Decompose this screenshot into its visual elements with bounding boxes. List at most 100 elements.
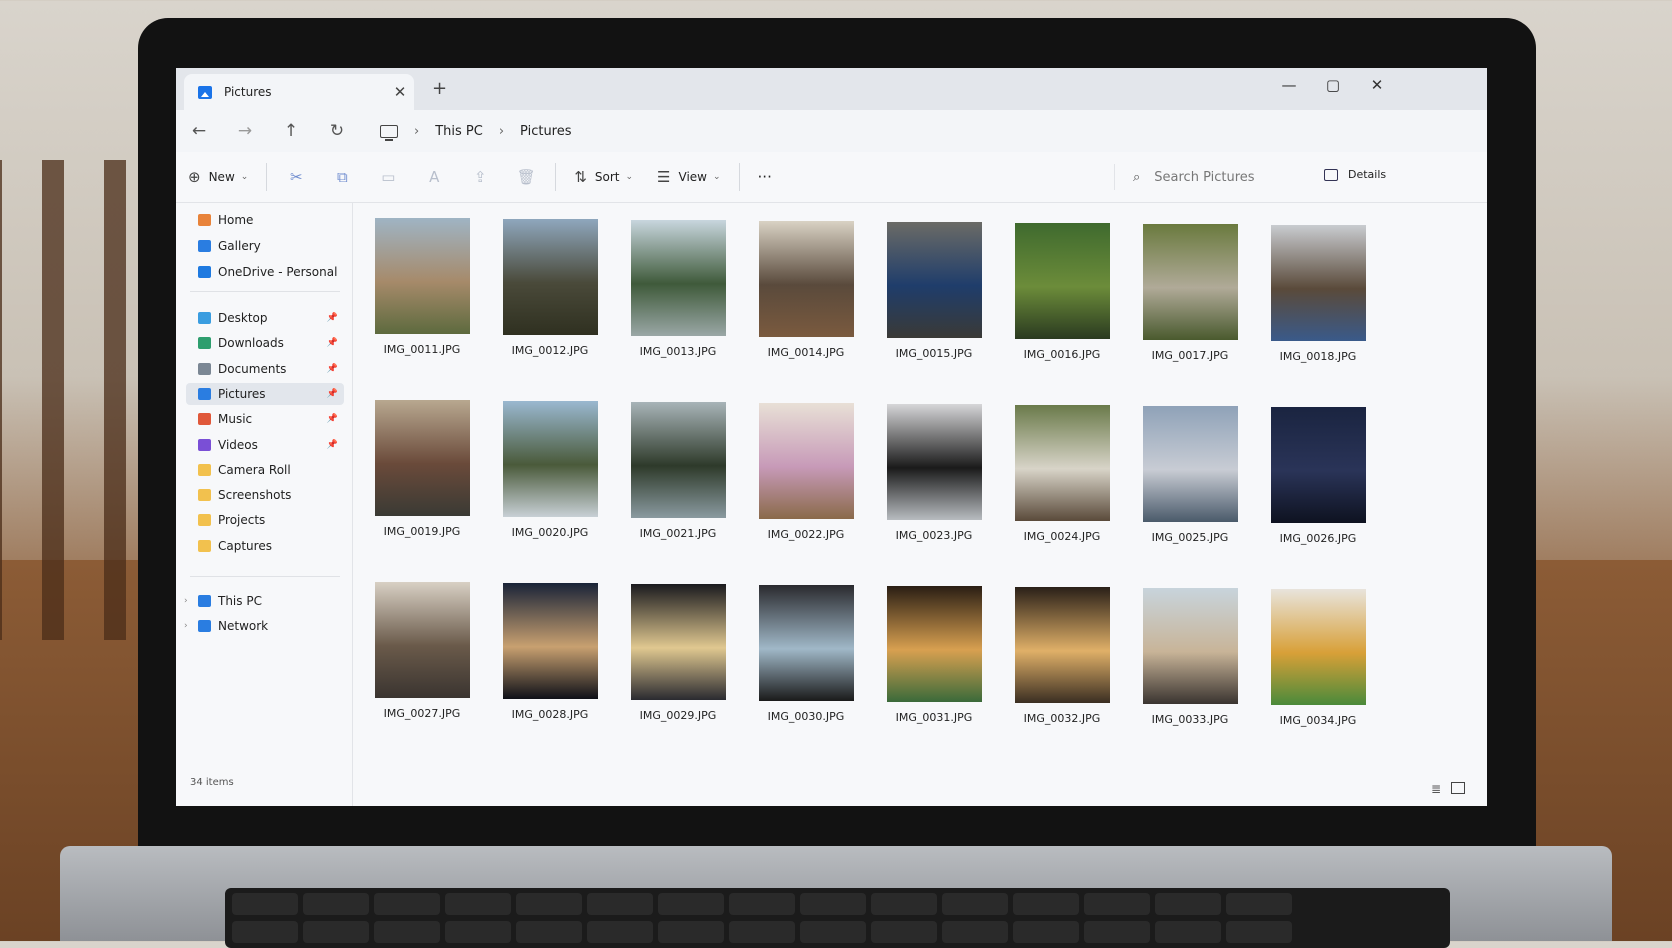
- cut-icon[interactable]: ✂: [273, 168, 319, 186]
- pin-icon[interactable]: 📌: [327, 313, 338, 323]
- image-thumbnail[interactable]: [375, 582, 470, 698]
- sidebar-item-home[interactable]: Home: [186, 209, 344, 231]
- share-icon[interactable]: ⇪: [457, 168, 503, 186]
- file-item[interactable]: IMG_0015.JPG: [874, 222, 994, 392]
- copy-icon[interactable]: ⧉: [319, 168, 365, 186]
- forward-button[interactable]: →: [222, 121, 268, 141]
- file-item[interactable]: IMG_0027.JPG: [362, 582, 482, 752]
- image-thumbnail[interactable]: [759, 403, 854, 519]
- expand-chevron-icon[interactable]: ›: [184, 621, 188, 631]
- up-button[interactable]: ↑: [268, 121, 314, 141]
- pin-icon[interactable]: 📌: [327, 414, 338, 424]
- tab-pictures[interactable]: Pictures ✕: [184, 74, 414, 110]
- file-item[interactable]: IMG_0030.JPG: [746, 585, 866, 755]
- file-item[interactable]: IMG_0025.JPG: [1130, 406, 1250, 576]
- image-thumbnail[interactable]: [887, 404, 982, 520]
- image-thumbnail[interactable]: [1015, 587, 1110, 703]
- file-item[interactable]: IMG_0031.JPG: [874, 586, 994, 756]
- sidebar-item-pictures[interactable]: Pictures 📌: [186, 382, 344, 405]
- file-item[interactable]: IMG_0012.JPG: [490, 219, 610, 389]
- paste-icon[interactable]: ▭: [365, 168, 411, 186]
- image-thumbnail[interactable]: [1015, 405, 1110, 521]
- computer-icon[interactable]: [380, 124, 398, 141]
- file-item[interactable]: IMG_0033.JPG: [1130, 588, 1250, 758]
- image-thumbnail[interactable]: [1271, 225, 1366, 341]
- pin-icon[interactable]: 📌: [327, 440, 338, 450]
- image-thumbnail[interactable]: [631, 220, 726, 336]
- sidebar-item-onedrive-personal[interactable]: OneDrive - Personal: [186, 261, 344, 283]
- sort-button[interactable]: ⇅ Sort ⌄: [562, 168, 645, 186]
- sidebar-item-screenshots[interactable]: Screenshots: [186, 484, 344, 506]
- image-thumbnail[interactable]: [1143, 588, 1238, 704]
- file-item[interactable]: IMG_0024.JPG: [1002, 405, 1122, 575]
- new-button[interactable]: ⊕ New ⌄: [176, 168, 260, 186]
- pin-icon[interactable]: 📌: [327, 338, 338, 348]
- sidebar-item-downloads[interactable]: Downloads 📌: [186, 332, 344, 354]
- sidebar-item-network[interactable]: › Network: [184, 615, 344, 637]
- sidebar-item-projects[interactable]: Projects: [186, 509, 344, 531]
- pin-icon[interactable]: 📌: [327, 364, 338, 374]
- file-item[interactable]: IMG_0022.JPG: [746, 403, 866, 573]
- image-thumbnail[interactable]: [631, 402, 726, 518]
- sidebar-item-documents[interactable]: Documents 📌: [186, 358, 344, 380]
- expand-chevron-icon[interactable]: ›: [184, 596, 188, 606]
- back-button[interactable]: ←: [176, 121, 222, 141]
- breadcrumb-pictures[interactable]: Pictures: [520, 124, 571, 139]
- minimize-button[interactable]: —: [1274, 76, 1304, 94]
- image-thumbnail[interactable]: [375, 218, 470, 334]
- sidebar-item-desktop[interactable]: Desktop 📌: [186, 307, 344, 329]
- image-thumbnail[interactable]: [759, 221, 854, 337]
- search-box[interactable]: ⌕ Search Pictures: [1114, 164, 1333, 190]
- image-thumbnail[interactable]: [375, 400, 470, 516]
- file-item[interactable]: IMG_0023.JPG: [874, 404, 994, 574]
- details-button[interactable]: Details: [1324, 168, 1386, 181]
- file-item[interactable]: IMG_0029.JPG: [618, 584, 738, 754]
- rename-icon[interactable]: A: [411, 168, 457, 186]
- image-thumbnail[interactable]: [1143, 406, 1238, 522]
- image-thumbnail[interactable]: [503, 219, 598, 335]
- file-item[interactable]: IMG_0021.JPG: [618, 402, 738, 572]
- sidebar-item-captures[interactable]: Captures: [186, 535, 344, 557]
- close-window-button[interactable]: ✕: [1362, 76, 1392, 94]
- file-item[interactable]: IMG_0016.JPG: [1002, 223, 1122, 393]
- image-thumbnail[interactable]: [759, 585, 854, 701]
- file-item[interactable]: IMG_0011.JPG: [362, 218, 482, 388]
- maximize-button[interactable]: ▢: [1318, 76, 1348, 94]
- image-thumbnail[interactable]: [631, 584, 726, 700]
- new-tab-button[interactable]: +: [432, 78, 447, 99]
- file-item[interactable]: IMG_0028.JPG: [490, 583, 610, 753]
- plus-circle-icon: ⊕: [188, 168, 201, 186]
- details-view-icon[interactable]: ≣: [1431, 782, 1441, 796]
- image-thumbnail[interactable]: [1015, 223, 1110, 339]
- breadcrumb-this-pc[interactable]: This PC: [435, 124, 483, 139]
- sidebar-item-gallery[interactable]: Gallery: [186, 235, 344, 257]
- image-thumbnail[interactable]: [503, 583, 598, 699]
- tab-close-icon[interactable]: ✕: [386, 83, 414, 101]
- delete-icon[interactable]: 🗑: [503, 168, 549, 186]
- file-item[interactable]: IMG_0014.JPG: [746, 221, 866, 391]
- sidebar-item-music[interactable]: Music 📌: [186, 408, 344, 430]
- view-button[interactable]: ☰ View ⌄: [645, 168, 732, 186]
- sidebar-item-videos[interactable]: Videos 📌: [186, 434, 344, 456]
- image-thumbnail[interactable]: [887, 586, 982, 702]
- image-thumbnail[interactable]: [1271, 589, 1366, 705]
- file-item[interactable]: IMG_0026.JPG: [1258, 407, 1378, 577]
- refresh-button[interactable]: ↻: [314, 121, 360, 141]
- sidebar-item-camera-roll[interactable]: Camera Roll: [186, 459, 344, 481]
- file-item[interactable]: IMG_0020.JPG: [490, 401, 610, 571]
- sidebar-item-this-pc[interactable]: › This PC: [184, 590, 344, 612]
- image-thumbnail[interactable]: [1271, 407, 1366, 523]
- file-item[interactable]: IMG_0018.JPG: [1258, 225, 1378, 395]
- file-item[interactable]: IMG_0013.JPG: [618, 220, 738, 390]
- file-item[interactable]: IMG_0032.JPG: [1002, 587, 1122, 757]
- image-thumbnail[interactable]: [1143, 224, 1238, 340]
- image-thumbnail[interactable]: [887, 222, 982, 338]
- file-item[interactable]: IMG_0019.JPG: [362, 400, 482, 570]
- image-thumbnail[interactable]: [503, 401, 598, 517]
- more-options-button[interactable]: ···: [746, 168, 784, 186]
- search-input[interactable]: Search Pictures: [1154, 170, 1254, 185]
- large-icons-view-icon[interactable]: [1451, 782, 1465, 794]
- file-item[interactable]: IMG_0017.JPG: [1130, 224, 1250, 394]
- file-item[interactable]: IMG_0034.JPG: [1258, 589, 1378, 759]
- pin-icon[interactable]: 📌: [327, 389, 338, 399]
